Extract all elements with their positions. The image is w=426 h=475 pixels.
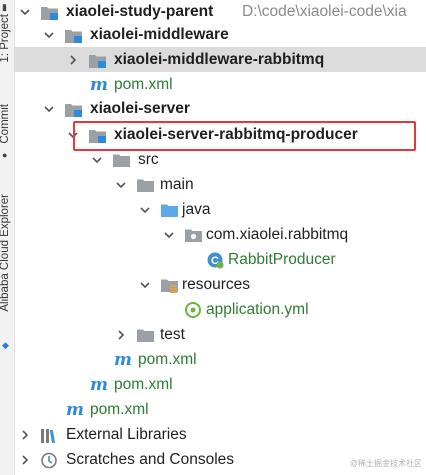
tree-item-label: test [160,326,185,343]
tree-item-rabbit-producer[interactable]: C RabbitProducer [14,247,426,272]
tree-item-middleware[interactable]: xiaolei-middleware [14,22,426,47]
project-tool-tab[interactable]: 1: Project [0,14,11,63]
tree-item-server-pom[interactable]: m pom.xml [14,372,426,397]
tree-item-label: Scratches and Consoles [66,451,235,468]
chevron-down-icon[interactable] [91,154,103,166]
cloud-explorer-icon[interactable]: ◆ [2,340,9,351]
tree-item-external-libraries[interactable]: External Libraries [14,422,426,447]
scratches-icon [40,451,58,469]
maven-icon: m [90,375,108,395]
tree-item-main[interactable]: main [14,172,426,197]
tree-item-middleware-pom[interactable]: m pom.xml [14,72,426,97]
spring-config-icon [184,301,202,319]
tree-item-root[interactable]: xiaolei-study-parent D:\code\xiaolei-cod… [14,0,426,24]
module-folder-icon [40,3,58,21]
project-tool-icon[interactable]: ▮ [2,2,7,13]
tree-item-label: xiaolei-middleware-rabbitmq [114,51,325,68]
tree-item-label: pom.xml [114,76,173,93]
tree-item-label: External Libraries [66,426,187,443]
tree-item-label: pom.xml [138,351,197,368]
tree-item-server[interactable]: xiaolei-server [14,96,426,121]
tree-item-application-yml[interactable]: application.yml [14,297,426,322]
tree-item-label: xiaolei-middleware [90,26,229,43]
tree-item-package[interactable]: com.xiaolei.rabbitmq [14,222,426,247]
tree-item-label: pom.xml [114,376,173,393]
cloud-explorer-tab[interactable]: Alibaba Cloud Explorer [0,194,11,312]
tree-item-middleware-rabbitmq[interactable]: xiaolei-middleware-rabbitmq [14,47,426,72]
tree-item-label: main [160,176,194,193]
tree-item-resources[interactable]: resources [14,272,426,297]
tree-item-java[interactable]: java [14,197,426,222]
spring-class-icon: C [206,251,224,269]
folder-icon [112,151,130,169]
maven-icon: m [114,350,132,370]
package-icon [184,226,202,244]
left-tool-strip: ▮ 1: Project Commit ● Alibaba Cloud Expl… [0,0,15,475]
tree-item-label: java [182,201,211,218]
tree-item-test[interactable]: test [14,322,426,347]
chevron-right-icon[interactable] [115,329,127,341]
folder-icon [136,326,154,344]
source-folder-icon [160,201,178,219]
tree-item-label: xiaolei-server [90,100,190,117]
chevron-right-icon[interactable] [67,54,79,66]
resources-folder-icon [160,276,178,294]
tree-item-label: application.yml [206,301,309,318]
commit-icon[interactable]: ● [2,150,7,160]
project-tree: xiaolei-study-parent D:\code\xiaolei-cod… [14,0,426,475]
tree-item-label: resources [182,276,251,293]
module-folder-icon [88,51,106,69]
tree-item-label: RabbitProducer [228,251,336,268]
maven-icon: m [90,75,108,95]
tree-item-label: com.xiaolei.rabbitmq [206,226,349,243]
module-folder-icon [64,100,82,118]
tree-item-label: pom.xml [90,401,149,418]
tree-item-parent-pom[interactable]: m pom.xml [14,397,426,422]
commit-tool-tab[interactable]: Commit [0,104,11,144]
tree-item-label: xiaolei-study-parent [66,3,214,20]
libraries-icon [40,426,58,444]
highlight-box [73,121,416,151]
maven-icon: m [66,400,84,420]
chevron-down-icon[interactable] [163,229,175,241]
chevron-right-icon[interactable] [19,454,31,466]
chevron-down-icon[interactable] [43,29,55,41]
chevron-down-icon[interactable] [43,103,55,115]
module-folder-icon [64,26,82,44]
chevron-down-icon[interactable] [139,204,151,216]
chevron-right-icon[interactable] [19,429,31,441]
chevron-down-icon[interactable] [19,6,31,18]
chevron-down-icon[interactable] [139,279,151,291]
project-path: D:\code\xiaolei-code\xia [242,3,407,20]
watermark: @稀土掘金技术社区 [349,459,422,468]
tree-item-producer-pom[interactable]: m pom.xml [14,347,426,372]
chevron-down-icon[interactable] [115,179,127,191]
folder-icon [136,176,154,194]
